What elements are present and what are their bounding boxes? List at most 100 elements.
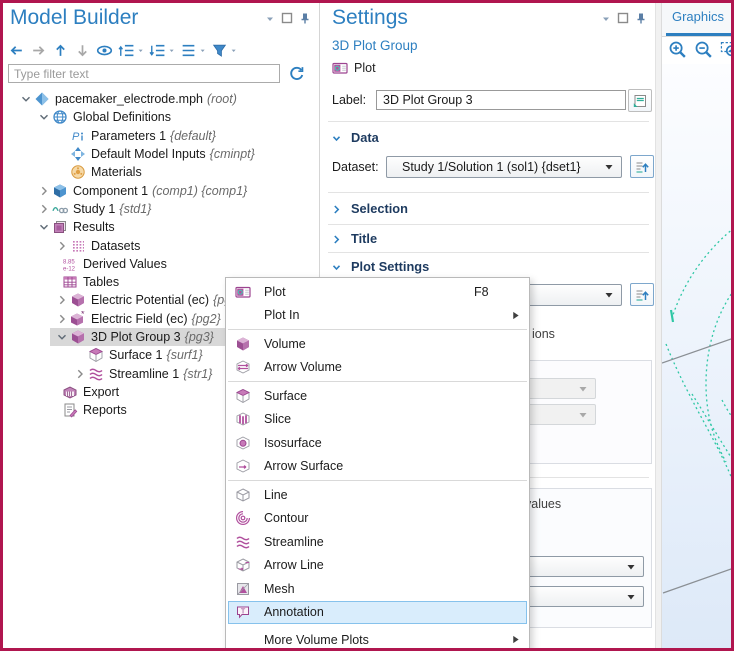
- menu-item-label: Annotation: [264, 605, 324, 619]
- float-panel-icon[interactable]: [281, 12, 293, 24]
- chevron-down-icon[interactable]: [54, 329, 70, 345]
- menu-item-line[interactable]: Line: [226, 483, 529, 507]
- arrow-down-button[interactable]: [74, 42, 91, 59]
- menu-item-contour[interactable]: Contour: [226, 507, 529, 531]
- plot-icon: [235, 284, 251, 300]
- dataset-source-button[interactable]: [630, 155, 654, 178]
- tree-item-datasets[interactable]: Datasets: [0, 236, 319, 254]
- list-down-button[interactable]: [149, 42, 175, 59]
- chevron-right-icon[interactable]: [36, 183, 52, 199]
- rename-button[interactable]: [628, 89, 652, 112]
- section-selection[interactable]: Selection: [330, 198, 408, 218]
- volume-icon: [70, 329, 86, 345]
- menu-item-more-volume-plots[interactable]: More Volume Plots: [226, 628, 529, 651]
- tree-item-label: Surface 1: [109, 348, 163, 362]
- menu-item-streamline[interactable]: Streamline: [226, 530, 529, 554]
- surface-icon: [88, 347, 104, 363]
- graphics-canvas[interactable]: [662, 64, 734, 651]
- chevron-right-icon[interactable]: [36, 201, 52, 217]
- chevron-right-icon[interactable]: [54, 311, 70, 327]
- list-up-button[interactable]: [118, 42, 144, 59]
- float-panel-icon[interactable]: [617, 12, 629, 24]
- chevron-down-icon[interactable]: [36, 109, 52, 125]
- tree-item-label: Export: [83, 385, 119, 399]
- label-field[interactable]: [376, 90, 626, 110]
- tree-item-derived-values[interactable]: 8.85e-12Derived Values: [0, 255, 319, 273]
- menu-item-plot[interactable]: PlotF8: [226, 280, 529, 304]
- chevron-right-icon[interactable]: [54, 238, 70, 254]
- menu-item-arrow-surface[interactable]: Arrow Surface: [226, 455, 529, 479]
- panel-menu-caret-icon[interactable]: [599, 12, 611, 24]
- zoom-in-icon[interactable]: [668, 40, 687, 59]
- volume-icon: [235, 336, 251, 352]
- section-title[interactable]: Title: [330, 228, 377, 248]
- model-builder-window-buttons: [263, 12, 311, 24]
- dropdown-caret-icon[interactable]: [167, 43, 175, 57]
- menu-item-isosurface[interactable]: Isosurface: [226, 431, 529, 455]
- list-plain-icon: [180, 42, 197, 59]
- filter-input[interactable]: [8, 64, 280, 83]
- settings-scrollbar[interactable]: [655, 0, 662, 651]
- menu-item-label: Isosurface: [264, 436, 322, 450]
- menu-item-plot-in[interactable]: Plot In: [226, 304, 529, 328]
- menu-item-label: Mesh: [264, 582, 295, 596]
- chevron-right-icon[interactable]: [72, 366, 88, 382]
- param-icon: P: [70, 128, 86, 144]
- menu-item-volume[interactable]: Volume: [226, 332, 529, 356]
- refresh-icon[interactable]: [288, 65, 305, 82]
- dataset-caption: Dataset:: [332, 160, 379, 174]
- menu-item-annotation[interactable]: TAnnotation: [228, 601, 527, 625]
- settings-plot-toolbar[interactable]: Plot: [332, 60, 376, 76]
- tree-item-component-1[interactable]: Component 1(comp1) {comp1}: [0, 181, 319, 199]
- list-plain-button[interactable]: [180, 42, 206, 59]
- tree-item-results[interactable]: Results: [0, 218, 319, 236]
- tree-item-tag: {std1}: [119, 202, 151, 216]
- chevron-down-icon: [578, 410, 588, 420]
- tree-item-study-1[interactable]: Study 1{std1}: [0, 200, 319, 218]
- view-source-button[interactable]: [630, 283, 654, 306]
- tree-item-default-model-inputs[interactable]: Default Model Inputs{cminpt}: [0, 145, 319, 163]
- tree-item-label: pacemaker_electrode.mph: [55, 92, 203, 106]
- chevron-right-icon[interactable]: [54, 292, 70, 308]
- menu-item-mesh[interactable]: Mesh: [226, 577, 529, 601]
- dropdown-caret-icon[interactable]: [229, 43, 237, 57]
- menu-item-arrow-volume[interactable]: Arrow Volume: [226, 356, 529, 380]
- separator: [328, 192, 649, 193]
- dropdown-caret-icon[interactable]: [198, 43, 206, 57]
- arrow-right-button[interactable]: [30, 42, 47, 59]
- section-data[interactable]: Data: [330, 127, 379, 147]
- funnel-button[interactable]: [211, 42, 237, 59]
- svg-text:e-12: e-12: [63, 266, 76, 272]
- arrow-left-button[interactable]: [8, 42, 25, 59]
- svg-text:8.85: 8.85: [63, 259, 75, 265]
- comsol-window: Model Builder pacemaker_electrode.mph(ro…: [0, 0, 734, 651]
- tree-item-parameters-1[interactable]: PParameters 1{default}: [0, 127, 319, 145]
- pin-panel-icon[interactable]: [299, 12, 311, 24]
- eye-button[interactable]: [96, 42, 113, 59]
- zoom-box-icon[interactable]: [720, 40, 734, 59]
- menu-item-surface[interactable]: Surface: [226, 384, 529, 408]
- panel-menu-caret-icon[interactable]: [263, 12, 275, 24]
- tree-item-materials[interactable]: Materials: [0, 163, 319, 181]
- chevron-right-icon: [330, 232, 343, 245]
- pin-panel-icon[interactable]: [635, 12, 647, 24]
- arrow-right-icon: [30, 42, 47, 59]
- menu-item-slice[interactable]: Slice: [226, 408, 529, 432]
- chevron-down-icon[interactable]: [18, 91, 34, 107]
- menu-item-arrow-line[interactable]: Arrow Line: [226, 554, 529, 578]
- section-plot-settings[interactable]: Plot Settings: [330, 256, 429, 276]
- zoom-out-icon[interactable]: [694, 40, 713, 59]
- arrow-surface-icon: [235, 458, 251, 474]
- tree-item-global-definitions[interactable]: Global Definitions: [0, 108, 319, 126]
- materials-icon: [70, 164, 86, 180]
- tree-item-pacemaker-electrode-mph[interactable]: pacemaker_electrode.mph(root): [0, 90, 319, 108]
- go-to-source-icon: [634, 287, 650, 303]
- arrow-up-button[interactable]: [52, 42, 69, 59]
- chevron-down-icon[interactable]: [36, 219, 52, 235]
- dataset-select[interactable]: Study 1/Solution 1 (sol1) {dset1}: [386, 156, 622, 178]
- tab-graphics[interactable]: Graphics: [662, 9, 734, 24]
- dropdown-caret-icon[interactable]: [136, 43, 144, 57]
- settings-subtitle: 3D Plot Group: [332, 38, 418, 53]
- arrow-volume-icon: [235, 359, 251, 375]
- chevron-down-icon: [330, 260, 343, 273]
